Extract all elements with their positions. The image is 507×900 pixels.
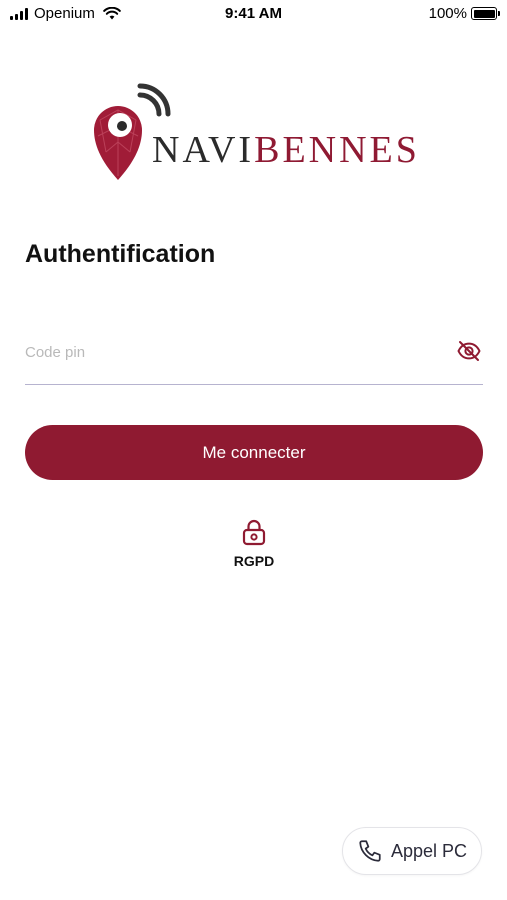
lock-icon bbox=[242, 519, 266, 546]
call-pc-button[interactable]: Appel PC bbox=[342, 827, 482, 875]
battery-icon bbox=[471, 7, 500, 20]
status-bar: Openium 9:41 AM 100% bbox=[0, 0, 507, 28]
logo-wordmark: NAVIBENNES bbox=[152, 128, 420, 172]
pin-input[interactable] bbox=[25, 337, 435, 367]
status-right: 100% bbox=[428, 5, 500, 22]
rgpd-label: RGPD bbox=[233, 553, 275, 569]
rgpd-link[interactable]: RGPD bbox=[204, 518, 304, 576]
pin-field bbox=[25, 327, 483, 385]
navibennes-logo: NAVIBENNES bbox=[90, 80, 430, 185]
page-title: Authentification bbox=[25, 240, 216, 268]
login-button[interactable]: Me connecter bbox=[25, 425, 483, 480]
call-pc-label: Appel PC bbox=[390, 840, 468, 861]
logo-bennes: BENNES bbox=[254, 129, 420, 171]
eye-off-icon[interactable] bbox=[457, 339, 481, 363]
battery-percentage: 100% bbox=[428, 5, 467, 22]
phone-icon bbox=[359, 840, 381, 862]
logo-navi: NAVI bbox=[152, 129, 255, 171]
